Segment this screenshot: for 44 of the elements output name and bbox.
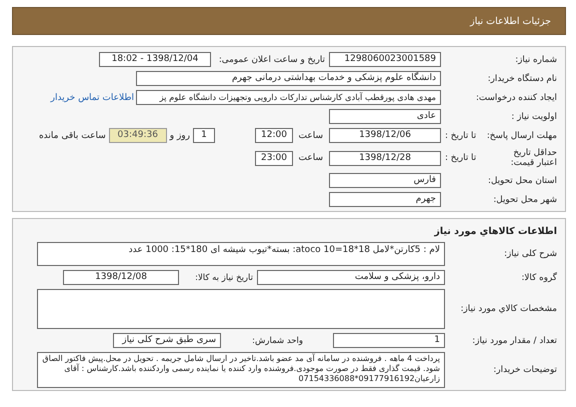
buyer-org-field: دانشگاه علوم پزشکی و خدمات بهداشتی درمانی جهرم	[136, 71, 441, 86]
field-label: حداقل تاریخ اعتبار قیمت:	[510, 148, 557, 168]
days-label: روز و	[168, 130, 191, 140]
field-label: ایجاد کننده درخواست:	[474, 92, 557, 102]
buyer-notes-field: پرداخت 4 ماهه . فروشنده در سامانه آی مد عضو باشد.تاخیر در ارسال شامل جریمه . تحویل در محل.پیش فاکتور الصاق شود. قیمت گذاری فقط در صورت موجودی.فروشنده وارد کننده یا نماینده رسمی واردکننده باشد.کارشناس : آقای زارعیان09177916192*07154336088	[37, 352, 445, 388]
city-field: جهرم	[329, 192, 441, 207]
contact-link[interactable]: اطلاعات تماس خریدار	[50, 92, 134, 102]
validity-time-field: 23:00	[255, 150, 293, 166]
unit-field: سری طبق شرح کلی نیاز	[113, 333, 221, 348]
deadline-date-field: 1398/12/06	[329, 128, 441, 143]
quantity-field: 1	[333, 333, 445, 348]
field-label: شهر محل تحویل:	[492, 194, 557, 204]
deadline-time-field: 12:00	[255, 128, 293, 143]
to-date-label: تا تاریخ :	[445, 153, 476, 163]
days-field: 1	[193, 128, 215, 143]
field-label: شرح کلی نیاز:	[503, 249, 557, 259]
time-label: ساعت	[298, 153, 324, 163]
validity-date-field: 1398/12/28	[329, 150, 441, 166]
requester-field: مهدی هادی پورقطب آبادی کارشناس تدارکات دارویی وتجهیزات دانشگاه علوم پز	[136, 90, 441, 105]
field-label: اولویت نیاز :	[510, 112, 557, 122]
field-label: نام دستگاه خریدار:	[486, 74, 557, 84]
remaining-label: ساعت باقی مانده	[38, 130, 107, 140]
need-number-field: 1298060023001589	[329, 52, 441, 67]
remaining-time-field: 03:49:36	[108, 128, 167, 143]
field-label: تاریخ نیاز به کالا:	[194, 272, 254, 282]
page-title: جزئیات اطلاعات نیاز	[470, 16, 551, 26]
field-label: تاریخ و ساعت اعلان عمومی:	[218, 54, 326, 64]
field-label: استان محل تحویل:	[486, 176, 557, 186]
field-label: گروه کالا:	[520, 272, 557, 282]
field-label: تعداد / مقدار مورد نیاز:	[471, 336, 557, 346]
field-label: مشخصات کالاي مورد نیاز:	[460, 304, 557, 314]
field-label: مهلت ارسال پاسخ:	[486, 130, 557, 140]
need-date-field: 1398/12/08	[63, 270, 179, 285]
field-label: توضیحات خریدار:	[492, 365, 557, 375]
to-date-label: تا تاریخ :	[445, 130, 476, 140]
time-label: ساعت	[298, 130, 324, 140]
summary-field: لام : 5کارتن*لامل 18*18=10 atoco: بسته*تیوب شیشه ای 180*15: 1000 عدد	[37, 242, 445, 266]
announce-date-field: 1398/12/04 - 18:02	[99, 52, 211, 67]
goods-group-field: دارو، پزشکی و سلامت	[257, 270, 445, 285]
field-label: واحد شمارش:	[251, 336, 304, 346]
section-title: اطلاعات کالاهاي مورد نیاز	[433, 225, 557, 238]
priority-field: عادی	[329, 109, 441, 124]
field-label: شماره نیاز:	[514, 54, 557, 64]
province-field: فارس	[329, 173, 441, 188]
